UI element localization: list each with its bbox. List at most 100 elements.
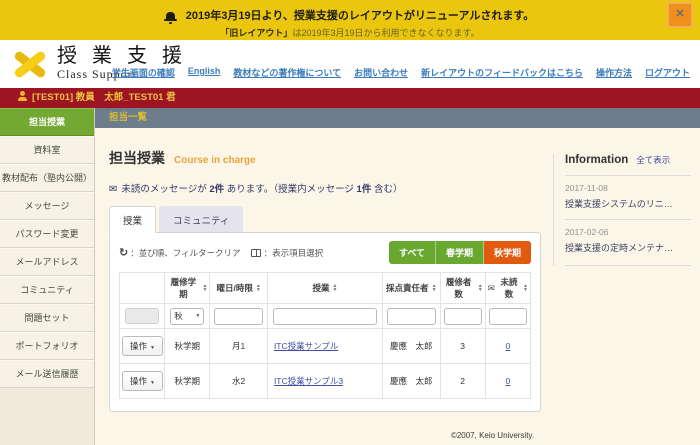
info-date: 2017-02-06 (565, 227, 691, 237)
top-nav: 学生画面の確認 English 教材などの著作権について お問い合わせ 新レイア… (112, 66, 690, 79)
sort-icon[interactable]: ▲▼ (202, 284, 207, 292)
nav-help[interactable]: 操作方法 (596, 66, 632, 79)
col-header-grader[interactable]: 採点責任者▲▼ (383, 273, 441, 304)
page-title: 担当授業 (109, 148, 165, 168)
sidebar-item-portfolio[interactable]: ポートフォリオ (0, 332, 94, 360)
filter-action-disabled (125, 308, 159, 324)
filter-row: 秋▼ (120, 304, 531, 329)
sort-icon[interactable]: ▲▼ (333, 284, 338, 292)
chevron-down-icon: ▼ (150, 345, 155, 351)
breadcrumb-bar: 担当一覧 (95, 108, 700, 128)
information-panel: Information 全て表示 2017-11-08 授業支援システムのリニ…… (553, 154, 691, 266)
announcement-banner: 2019年3月19日より、授業支援のレイアウトがリニューアルされます。 「旧レイ… (0, 0, 700, 40)
nav-student-view[interactable]: 学生画面の確認 (112, 66, 175, 79)
sidebar-item-password[interactable]: パスワード変更 (0, 220, 94, 248)
filter-grader-input[interactable] (387, 308, 436, 325)
nav-copyright-info[interactable]: 教材などの著作権について (233, 66, 341, 79)
col-header-day[interactable]: 曜日/時限▲▼ (210, 273, 268, 304)
course-link[interactable]: ITC授業サンプル3 (274, 376, 343, 386)
sidebar-item-email[interactable]: メールアドレス (0, 248, 94, 276)
col-header-term[interactable]: 履修学期▲▼ (165, 273, 210, 304)
col-header-course[interactable]: 授業▲▼ (267, 273, 382, 304)
old-layout-label: 「旧レイアウト」 (220, 28, 292, 38)
unread-count-link[interactable]: 0 (506, 376, 511, 386)
unread-count-link[interactable]: 0 (506, 341, 511, 351)
nav-logout[interactable]: ログアウト (645, 66, 690, 79)
tab-community[interactable]: コミュニティ (159, 206, 243, 232)
filter-term-select[interactable]: 秋▼ (170, 308, 204, 325)
course-panel: ↻ ：並び順、フィルタークリア ：表示項目選択 すべて 春学期 秋学期 履修学期… (109, 232, 541, 412)
user-bar: [TEST01] 教員 太郎_TEST01 君 (0, 88, 700, 108)
announcement-line1: 2019年3月19日より、授業支援のレイアウトがリニューアルされます。 (0, 0, 700, 23)
sidebar-item-community[interactable]: コミュニティ (0, 276, 94, 304)
cell-grader: 慶應 太郎 (383, 364, 441, 399)
tab-bar: 授業 コミュニティ (109, 206, 541, 232)
show-all-link[interactable]: 全て表示 (636, 154, 670, 166)
course-link[interactable]: ITC授業サンプル (274, 341, 338, 351)
header: 授 業 支 援 Class Support 学生画面の確認 English 教材… (0, 40, 700, 88)
sort-icon[interactable]: ▲▼ (478, 284, 483, 292)
footer-copyright: ©2007, Keio University. (190, 431, 700, 440)
list-item: 2017-02-06 授業支援の定時メンテナ… (565, 219, 691, 263)
term-filter-spring[interactable]: 春学期 (436, 241, 484, 264)
sort-icon[interactable]: ▲▼ (256, 284, 261, 292)
sidebar-item-library[interactable]: 資料室 (0, 136, 94, 164)
course-table: 履修学期▲▼ 曜日/時限▲▼ 授業▲▼ 採点責任者▲▼ 履修者数▲▼ ✉未読数▲… (119, 272, 531, 399)
sidebar-item-materials[interactable]: 教材配布（塾内公開） (0, 164, 94, 192)
sidebar: 担当授業 資料室 教材配布（塾内公開） メッセージ パスワード変更 メールアドレ… (0, 108, 95, 445)
chevron-down-icon: ▼ (195, 313, 200, 319)
nav-layout-feedback[interactable]: 新レイアウトのフィードバックはこちら (421, 66, 583, 79)
unread-message-notice: ✉未読のメッセージが 2件 あります。（授業内メッセージ 1件 含む） (109, 181, 541, 195)
table-row: 操作▼ 秋学期 月1 ITC授業サンプル 慶應 太郎 3 0 (120, 329, 531, 364)
unread-count: 2件 (209, 184, 224, 195)
user-icon (18, 91, 27, 101)
cell-grader: 慶應 太郎 (383, 329, 441, 364)
filter-students-input[interactable] (444, 308, 482, 325)
term-filter-all[interactable]: すべて (389, 241, 436, 264)
unread-course-count: 1件 (357, 184, 372, 195)
sidebar-item-mail-history[interactable]: メール送信履歴 (0, 360, 94, 388)
sidebar-item-question-set[interactable]: 問題セット (0, 304, 94, 332)
information-title: Information (565, 154, 628, 166)
table-header-row: 履修学期▲▼ 曜日/時限▲▼ 授業▲▼ 採点責任者▲▼ 履修者数▲▼ ✉未読数▲… (120, 273, 531, 304)
page-subtitle: Course in charge (174, 155, 256, 166)
cell-term: 秋学期 (165, 364, 210, 399)
info-link[interactable]: 授業支援システムのリニ… (565, 197, 691, 210)
refresh-icon[interactable]: ↻ (119, 246, 128, 259)
app-title: 授 業 支 援 (57, 45, 187, 67)
filter-course-input[interactable] (273, 308, 376, 325)
cell-term: 秋学期 (165, 329, 210, 364)
bell-icon (166, 12, 175, 20)
sidebar-item-messages[interactable]: メッセージ (0, 192, 94, 220)
filter-day-input[interactable] (214, 308, 263, 325)
sort-icon[interactable]: ▲▼ (523, 284, 528, 292)
sort-icon[interactable]: ▲▼ (432, 284, 437, 292)
list-item: 2017-11-08 授業支援システムのリニ… (565, 175, 691, 219)
announcement-line2: 「旧レイアウト」は2019年3月19日から利用できなくなります。 (0, 26, 700, 39)
logo-x-icon (10, 46, 50, 82)
cell-students: 3 (440, 329, 485, 364)
breadcrumb[interactable]: 担当一覧 (109, 112, 147, 123)
info-link[interactable]: 授業支援の定時メンテナ… (565, 241, 691, 254)
cell-students: 2 (440, 364, 485, 399)
term-filter-autumn[interactable]: 秋学期 (484, 241, 531, 264)
mail-icon: ✉ (109, 184, 117, 195)
info-date: 2017-11-08 (565, 183, 691, 193)
cell-day: 水2 (210, 364, 268, 399)
row-action-button[interactable]: 操作▼ (122, 371, 163, 391)
sidebar-item-courses[interactable]: 担当授業 (0, 108, 94, 136)
close-icon: × (676, 5, 685, 22)
nav-english[interactable]: English (188, 66, 221, 79)
close-banner-button[interactable]: × (667, 2, 693, 28)
term-filter-group: すべて 春学期 秋学期 (389, 241, 531, 264)
chevron-down-icon: ▼ (150, 380, 155, 386)
mail-icon: ✉ (488, 283, 495, 294)
filter-unread-input[interactable] (489, 308, 527, 325)
announcement-text: 2019年3月19日より、授業支援のレイアウトがリニューアルされます。 (186, 10, 535, 22)
col-header-unread[interactable]: ✉未読数▲▼ (485, 273, 530, 304)
columns-icon[interactable] (251, 249, 261, 257)
tab-courses[interactable]: 授業 (109, 206, 156, 233)
nav-contact[interactable]: お問い合わせ (354, 66, 408, 79)
row-action-button[interactable]: 操作▼ (122, 336, 163, 356)
col-header-students[interactable]: 履修者数▲▼ (440, 273, 485, 304)
